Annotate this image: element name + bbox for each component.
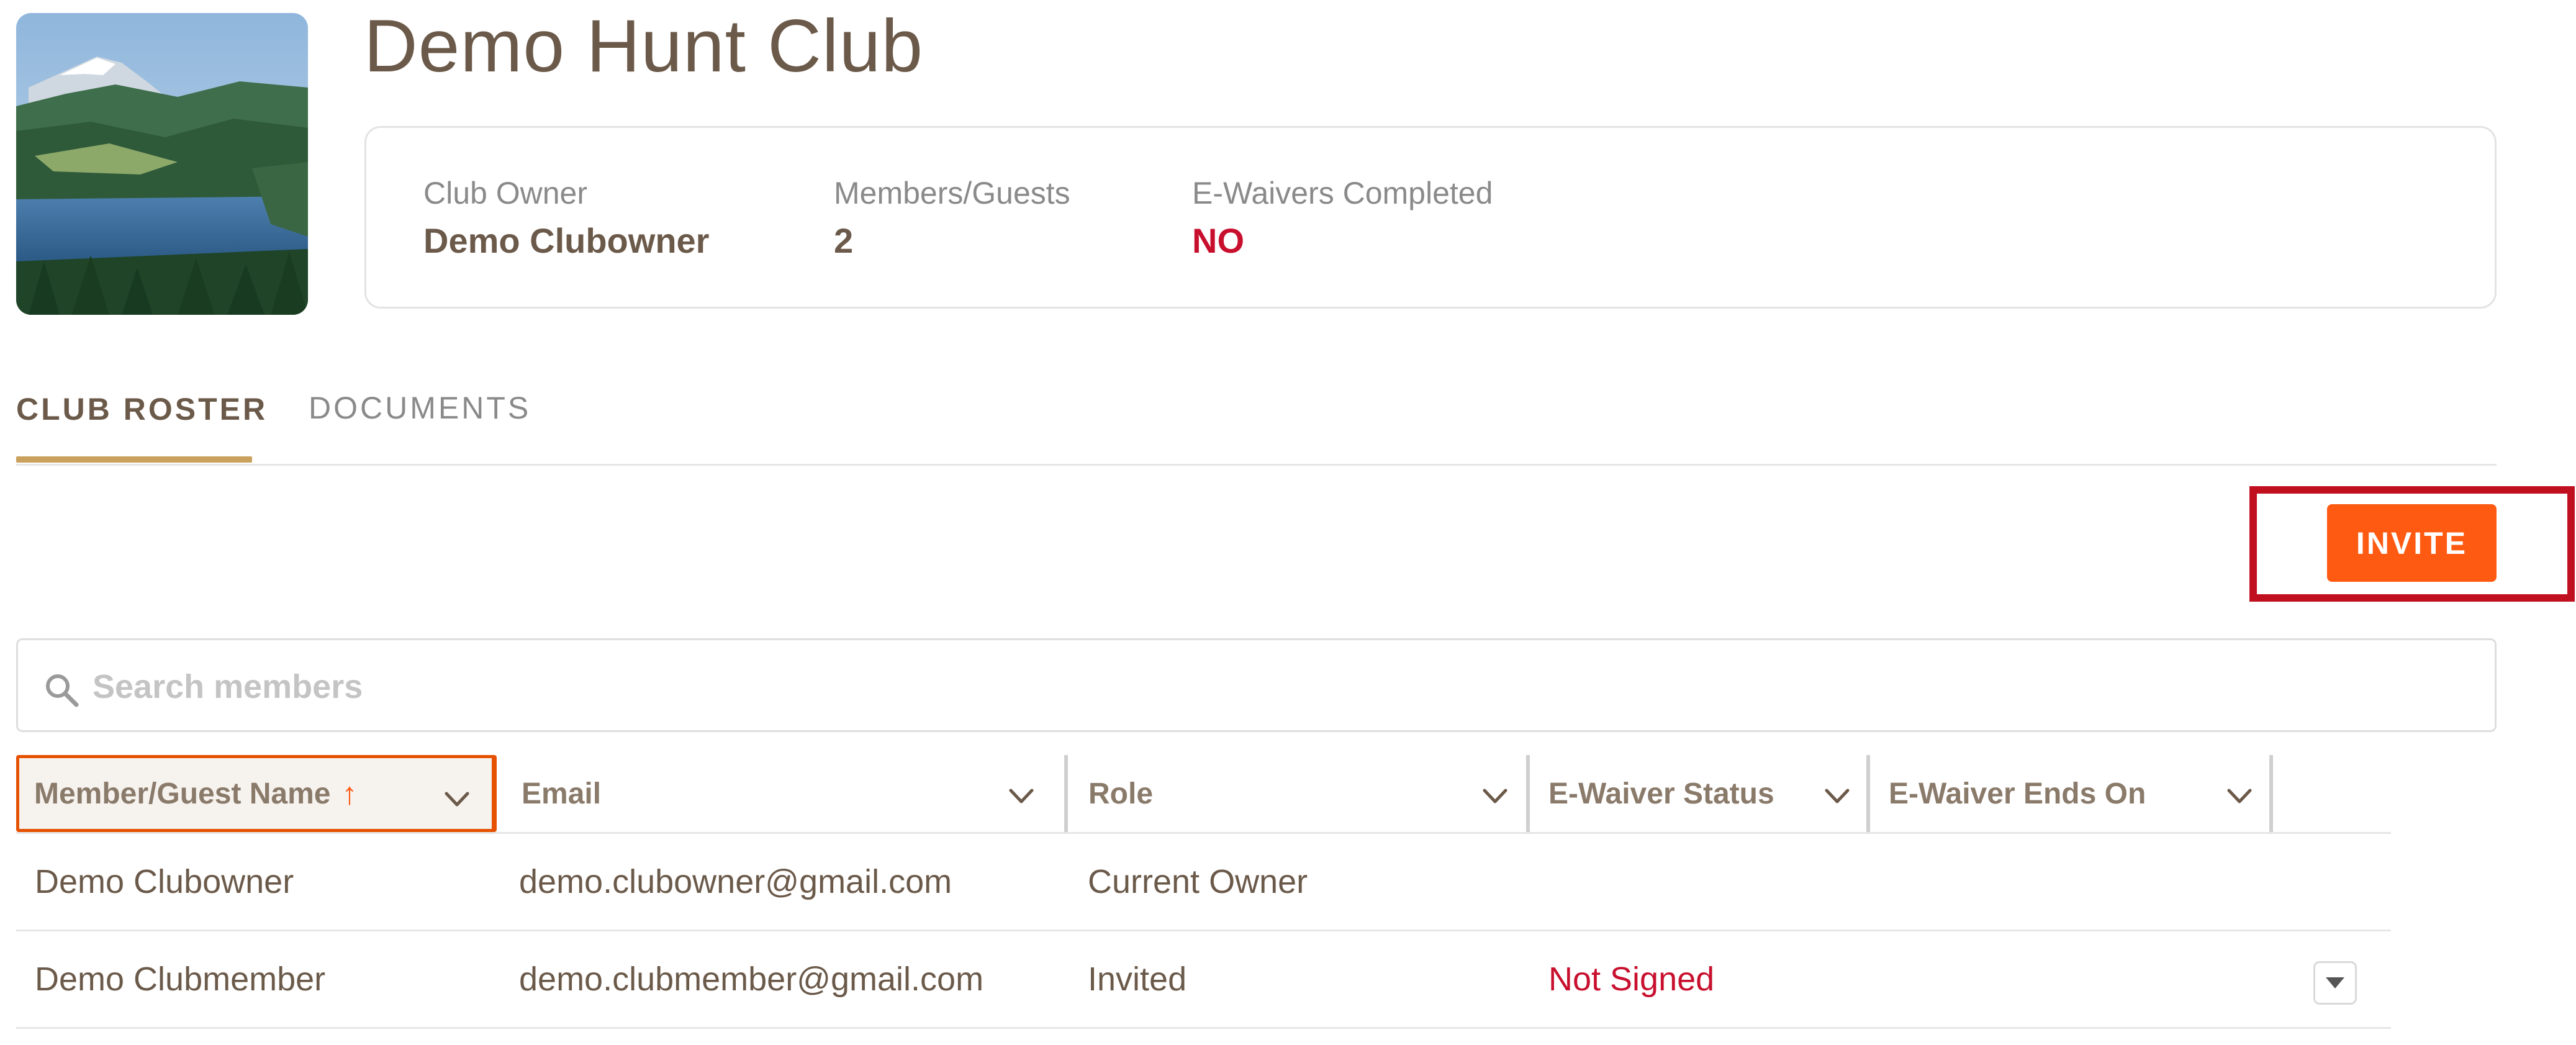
stat-members-guests: Members/Guests 2 (834, 174, 1070, 263)
invite-button[interactable]: INVITE (2327, 504, 2497, 582)
roster-table: Member/Guest Name ↑ Email Role E-Waiver … (16, 755, 2391, 1029)
table-row[interactable]: Demo Clubmember demo.clubmember@gmail.co… (16, 931, 2391, 1029)
member-name: Demo Clubmember (35, 961, 326, 998)
e-waivers-value: NO (1192, 221, 1244, 260)
column-resize-handle[interactable] (1866, 755, 1870, 832)
row-actions-dropdown[interactable] (2313, 961, 2357, 1005)
column-header-waiver-status-label: E-Waiver Status (1548, 777, 1774, 810)
tabs-divider (16, 464, 2497, 466)
column-header-waiver-ends-label: E-Waiver Ends On (1889, 777, 2146, 810)
table-header: Member/Guest Name ↑ Email Role E-Waiver … (16, 755, 2391, 834)
search-input[interactable] (93, 656, 2452, 718)
column-resize-handle[interactable] (1064, 755, 1068, 832)
active-tab-indicator (16, 456, 252, 463)
members-guests-label: Members/Guests (834, 176, 1070, 210)
club-stats-card: Club Owner Demo Clubowner Members/Guests… (364, 126, 2497, 309)
club-title: Demo Hunt Club (364, 4, 924, 88)
club-owner-label: Club Owner (423, 176, 587, 210)
chevron-down-icon[interactable] (2224, 780, 2255, 812)
column-header-name[interactable]: Member/Guest Name ↑ (16, 755, 497, 832)
column-header-name-label: Member/Guest Name (34, 777, 331, 810)
chevron-down-icon[interactable] (441, 784, 472, 815)
column-header-role-label: Role (1088, 777, 1154, 810)
chevron-down-icon[interactable] (1822, 780, 1853, 812)
search-icon (46, 674, 79, 707)
member-name: Demo Clubowner (35, 863, 294, 900)
column-header-waiver-ends[interactable]: E-Waiver Ends On (1889, 755, 2286, 832)
table-row[interactable]: Demo Clubowner demo.clubowner@gmail.com … (16, 834, 2391, 931)
column-resize-handle[interactable] (2269, 755, 2273, 832)
chevron-down-icon[interactable] (1006, 780, 1037, 812)
member-email: demo.clubmember@gmail.com (519, 961, 984, 998)
club-photo (16, 13, 308, 315)
club-owner-value: Demo Clubowner (423, 221, 710, 260)
chevron-down-icon[interactable] (1480, 780, 1511, 812)
e-waivers-label: E-Waivers Completed (1192, 176, 1493, 210)
member-email: demo.clubowner@gmail.com (519, 863, 952, 900)
column-resize-handle[interactable] (1526, 755, 1530, 832)
caret-down-icon (2326, 977, 2344, 988)
search-box[interactable] (16, 638, 2497, 732)
waiver-status: Not Signed (1548, 961, 1715, 998)
sort-ascending-icon: ↑ (341, 776, 358, 811)
column-header-email-label: Email (522, 777, 602, 810)
column-header-role[interactable]: Role (1088, 755, 1548, 832)
tab-club-roster[interactable]: CLUB ROSTER (16, 391, 268, 427)
member-role: Invited (1088, 961, 1187, 998)
column-header-waiver-status[interactable]: E-Waiver Status (1548, 755, 1890, 832)
stat-e-waivers: E-Waivers Completed NO (1192, 174, 1493, 263)
column-header-email[interactable]: Email (522, 755, 1080, 832)
member-role: Current Owner (1088, 863, 1308, 900)
tab-documents[interactable]: DOCUMENTS (309, 390, 531, 426)
stat-club-owner: Club Owner Demo Clubowner (423, 174, 709, 263)
members-guests-value: 2 (834, 221, 854, 260)
